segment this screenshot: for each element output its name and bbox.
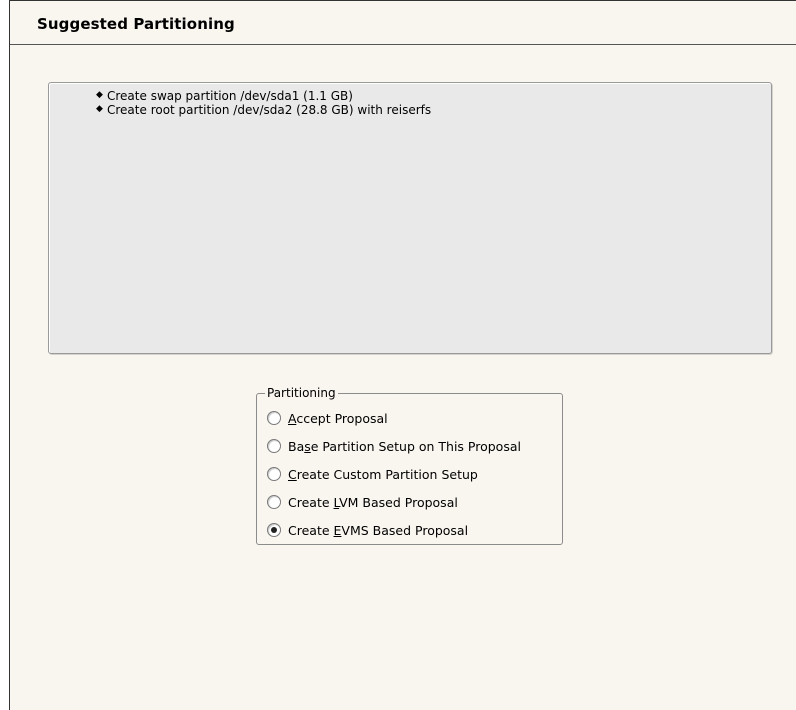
proposal-list: ◆ Create swap partition /dev/sda1 (1.1 G… (96, 89, 431, 117)
radio-label: Create EVMS Based Proposal (288, 522, 469, 538)
radio-create-evms-proposal[interactable]: Create EVMS Based Proposal (267, 520, 468, 540)
bullet-icon: ◆ (96, 90, 103, 100)
radio-accept-proposal[interactable]: Accept Proposal (267, 408, 388, 428)
radio-label: Create Custom Partition Setup (288, 466, 478, 482)
page-title: Suggested Partitioning (37, 15, 235, 33)
list-item-text: Create root partition /dev/sda2 (28.8 GB… (107, 103, 432, 117)
list-item: ◆ Create swap partition /dev/sda1 (1.1 G… (96, 89, 431, 103)
radio-button-icon[interactable] (267, 467, 281, 481)
partitioning-group: Partitioning Accept Proposal Base Partit… (256, 385, 563, 545)
radio-label: Base Partition Setup on This Proposal (288, 438, 521, 454)
list-item: ◆ Create root partition /dev/sda2 (28.8 … (96, 103, 431, 117)
radio-base-partition-setup[interactable]: Base Partition Setup on This Proposal (267, 436, 521, 456)
list-item-text: Create swap partition /dev/sda1 (1.1 GB) (107, 89, 353, 103)
proposal-summary-box: ◆ Create swap partition /dev/sda1 (1.1 G… (48, 82, 772, 354)
partitioning-group-label: Partitioning (265, 385, 338, 401)
radio-label: Create LVM Based Proposal (288, 494, 458, 510)
radio-create-lvm-proposal[interactable]: Create LVM Based Proposal (267, 492, 458, 512)
title-divider (10, 44, 796, 45)
radio-button-icon[interactable] (267, 439, 281, 453)
radio-button-icon[interactable] (267, 495, 281, 509)
radio-button-icon[interactable] (267, 523, 281, 537)
radio-button-icon[interactable] (267, 411, 281, 425)
main-panel: Suggested Partitioning ◆ Create swap par… (9, 0, 796, 710)
bullet-icon: ◆ (96, 104, 103, 114)
radio-create-custom-partition[interactable]: Create Custom Partition Setup (267, 464, 478, 484)
radio-label: Accept Proposal (288, 410, 388, 426)
